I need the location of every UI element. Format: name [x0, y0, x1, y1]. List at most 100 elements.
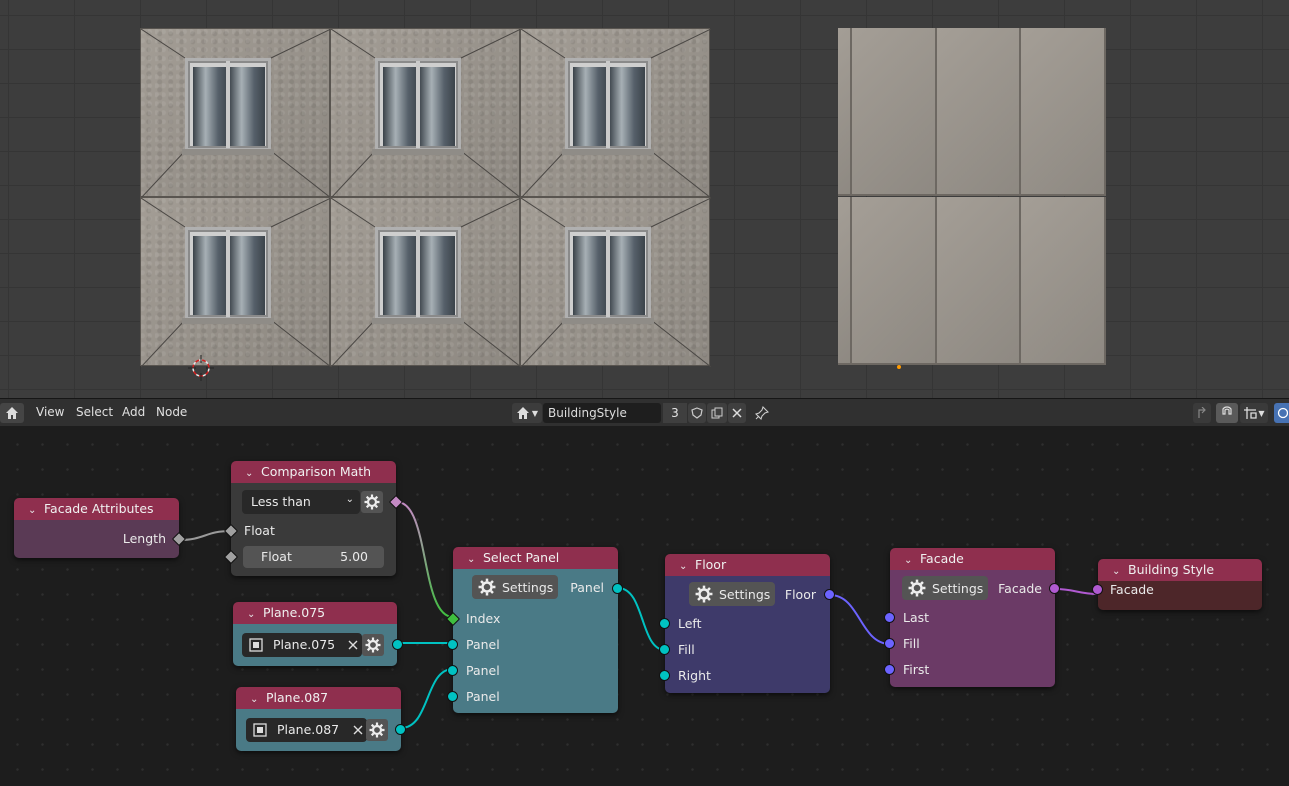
input-socket[interactable]	[659, 670, 670, 681]
input-socket[interactable]	[884, 612, 895, 623]
node-title: Facade	[920, 551, 964, 566]
parent-tree-button[interactable]	[1193, 403, 1211, 423]
chevron-down-icon: ▼	[531, 408, 539, 418]
settings-button[interactable]: Settings	[902, 576, 988, 600]
output-length-label: Length	[122, 531, 166, 546]
node-title: Facade Attributes	[44, 501, 154, 516]
chevron-down-icon: ⌄	[679, 561, 688, 572]
menu-add[interactable]: Add	[122, 405, 145, 419]
settings-button[interactable]	[362, 634, 384, 656]
3d-cursor-icon[interactable]	[188, 355, 214, 381]
node-facade[interactable]: ⌄ Facade Settings Facade Last Fill First	[884, 548, 1060, 687]
input-fill-label: Fill	[903, 636, 920, 651]
input-index-label: Index	[466, 611, 501, 626]
window-wall-tile	[330, 197, 521, 367]
input-facade-label: Facade	[1110, 582, 1154, 597]
gear-icon	[478, 578, 496, 596]
node-floor[interactable]: ⌄ Floor Settings Floor Left Fill Right	[659, 554, 835, 693]
chevron-down-icon: ⌄	[247, 609, 256, 620]
input-first-label: First	[903, 662, 930, 677]
input-socket[interactable]	[447, 639, 458, 650]
menu-view[interactable]: View	[36, 405, 64, 419]
window	[182, 58, 274, 155]
input-socket[interactable]	[884, 638, 895, 649]
node-body: Settings Facade Last Fill First	[884, 570, 1060, 687]
duplicate-button[interactable]	[707, 403, 727, 423]
output-socket[interactable]	[395, 724, 406, 735]
close-icon[interactable]	[353, 725, 363, 735]
chevron-down-icon: ⌄	[904, 555, 913, 566]
plain-wall-tile	[852, 28, 937, 196]
node-body: Plane.075	[233, 624, 403, 666]
output-socket[interactable]	[392, 639, 403, 650]
input-socket[interactable]	[447, 665, 458, 676]
float-label: Float	[261, 549, 292, 564]
settings-label: Settings	[932, 580, 984, 596]
window	[562, 227, 654, 324]
node-header: ⌄ Plane.087	[236, 687, 401, 709]
snap-toggle[interactable]	[1216, 403, 1238, 423]
settings-button[interactable]: Settings	[689, 582, 775, 606]
input-socket[interactable]	[1092, 584, 1103, 595]
output-socket[interactable]	[824, 589, 835, 600]
node-tree-browse-button[interactable]: ▼	[512, 403, 542, 423]
3d-viewport[interactable]	[0, 0, 1289, 398]
input-right-label: Right	[678, 668, 711, 683]
float-value-field[interactable]: Float 5.00	[243, 546, 384, 568]
node-title: Plane.087	[266, 690, 329, 705]
chevron-down-icon: ⌄	[1112, 566, 1121, 577]
window-wall-tile	[520, 197, 711, 367]
node-select-panel[interactable]: ⌄ Select Panel Settings Panel Index Panel…	[445, 547, 623, 713]
chevron-down-icon: ⌄	[250, 694, 259, 705]
gear-icon	[364, 494, 380, 510]
overlay-icon	[1277, 407, 1288, 419]
settings-button[interactable]	[366, 719, 388, 741]
output-socket[interactable]	[612, 583, 623, 594]
node-facade-attributes[interactable]: ⌄ Facade Attributes Length	[14, 498, 187, 558]
settings-button[interactable]	[361, 491, 383, 513]
node-header: ⌄ Facade	[890, 548, 1055, 570]
node-title: Building Style	[1128, 562, 1215, 577]
node-comparison-math[interactable]: ⌄ Comparison Math Less than ⌄ Float Float…	[223, 461, 404, 576]
node-body: Plane.087	[236, 709, 406, 751]
input-socket[interactable]	[884, 664, 895, 675]
snap-mode-dropdown[interactable]: ▼	[1240, 403, 1268, 423]
menu-select[interactable]: Select	[76, 405, 113, 419]
object-icon	[249, 638, 263, 652]
input-socket[interactable]	[659, 618, 670, 629]
settings-label: Settings	[719, 586, 771, 602]
menu-node[interactable]: Node	[156, 405, 187, 419]
input-socket[interactable]	[659, 644, 670, 655]
node-plane075[interactable]: ⌄ Plane.075 Plane.075	[233, 602, 403, 666]
node-tree-name-field[interactable]: BuildingStyle	[543, 403, 661, 423]
settings-button[interactable]: Settings	[472, 575, 558, 599]
object-field[interactable]: Plane.087	[246, 718, 367, 742]
input-socket[interactable]	[447, 691, 458, 702]
input-panel-label: Panel	[466, 663, 500, 678]
node-canvas[interactable]	[0, 427, 1289, 786]
close-icon[interactable]	[348, 640, 358, 650]
node-title: Floor	[695, 557, 727, 572]
grid-snap-icon	[1244, 407, 1258, 419]
editor-type-button[interactable]	[0, 403, 24, 423]
node-header: ⌄ Building Style	[1098, 559, 1262, 581]
node-building-style[interactable]: ⌄ Building Style Facade	[1092, 559, 1262, 610]
settings-label: Settings	[502, 579, 554, 595]
window-wall-tile	[140, 28, 331, 198]
node-header: ⌄ Plane.075	[233, 602, 397, 624]
fake-user-button[interactable]	[688, 403, 706, 423]
operation-value: Less than	[251, 494, 311, 509]
gear-icon	[369, 722, 385, 738]
output-socket[interactable]	[1049, 583, 1060, 594]
node-plane087[interactable]: ⌄ Plane.087 Plane.087	[236, 687, 406, 751]
overlay-toggle[interactable]	[1274, 403, 1289, 423]
plain-wall-tile	[852, 197, 937, 365]
unlink-button[interactable]	[728, 403, 746, 423]
arrow-up-icon	[1198, 407, 1206, 418]
operation-dropdown[interactable]: Less than ⌄	[242, 490, 360, 514]
node-editor-header: View Select Add Node ▼ BuildingStyle 3 ▼	[0, 398, 1289, 426]
object-origin	[897, 365, 901, 369]
input-left-label: Left	[678, 616, 702, 631]
pin-button[interactable]	[752, 403, 772, 423]
object-field[interactable]: Plane.075	[242, 633, 362, 657]
